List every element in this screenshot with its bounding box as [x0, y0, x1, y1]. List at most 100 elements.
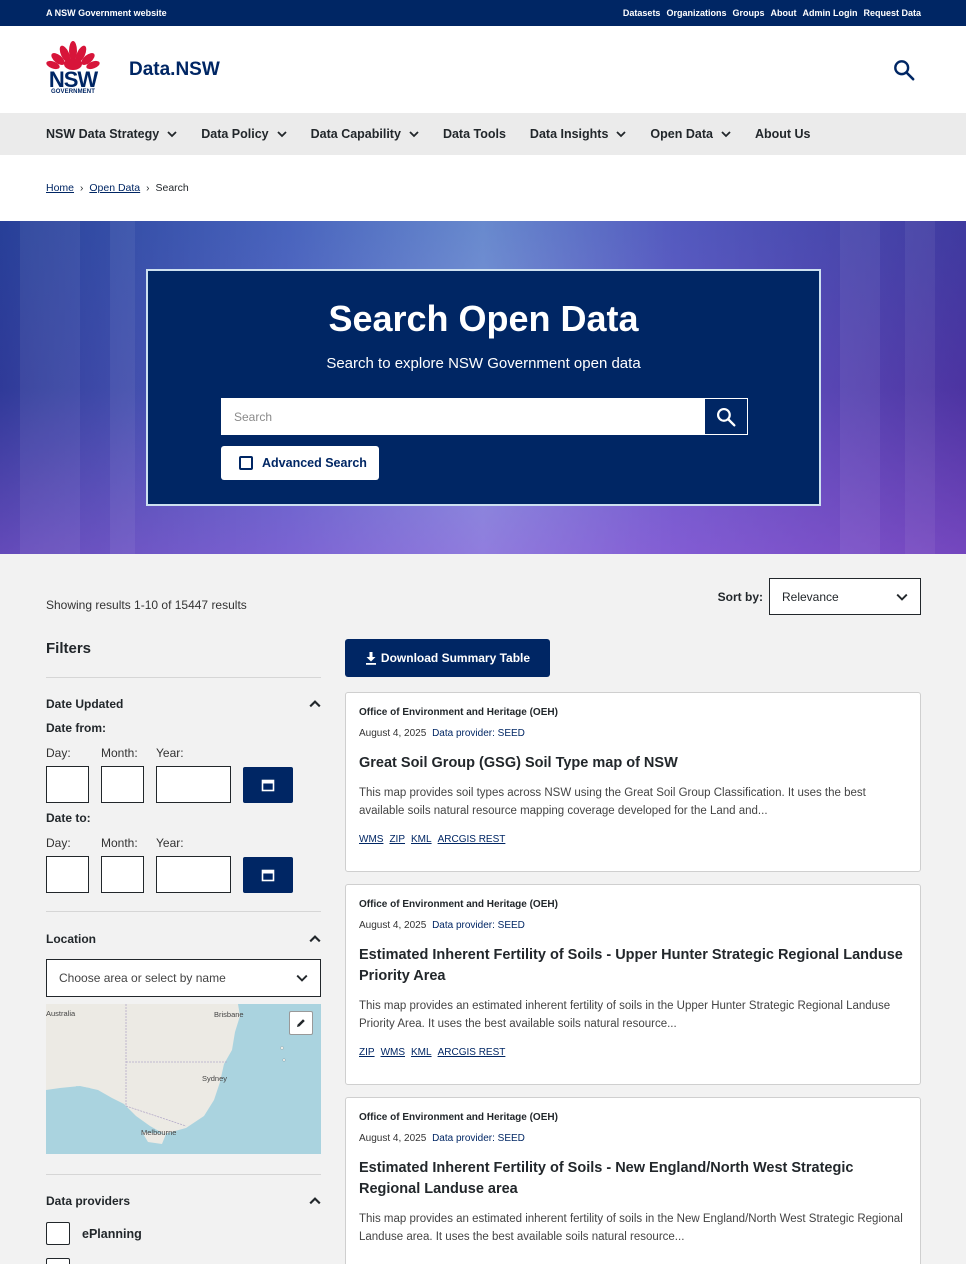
date-updated-header[interactable]: Date Updated: [46, 697, 321, 711]
provider-checkbox[interactable]: [46, 1258, 70, 1264]
dataset-description: This map provides an estimated inherent …: [359, 1213, 903, 1243]
filters-sidebar: Filters Date Updated Date from: Day: Mon…: [46, 640, 321, 1264]
date-from-month-input[interactable]: [101, 766, 144, 803]
format-link[interactable]: ZIP: [359, 1047, 375, 1058]
date-to-label: Date to:: [46, 811, 91, 825]
chevron-down-icon: [616, 131, 627, 138]
location-header[interactable]: Location: [46, 932, 321, 946]
date-to-day-input[interactable]: [46, 856, 89, 893]
day-label: Day:: [46, 746, 71, 760]
date-updated-title: Date Updated: [46, 697, 124, 711]
nsw-logo[interactable]: NSW GOVERNMENT: [46, 40, 100, 100]
sort-select[interactable]: Relevance: [769, 578, 921, 615]
government-strip: A NSW Government website Datasets Organi…: [0, 0, 966, 26]
format-link[interactable]: ZIP: [389, 834, 405, 845]
advanced-search-button[interactable]: Advanced Search: [221, 446, 379, 480]
format-link[interactable]: ARCGIS REST: [438, 1047, 506, 1058]
year-label: Year:: [156, 746, 184, 760]
map-draw-button[interactable]: [289, 1011, 313, 1035]
search-icon[interactable]: [893, 59, 915, 81]
sort-label: Sort by:: [717, 589, 763, 604]
nav-item-data-insights[interactable]: Data Insights: [530, 127, 627, 141]
utility-link-groups[interactable]: Groups: [732, 8, 764, 18]
dataset-card[interactable]: Office of Environment and Heritage (OEH)…: [345, 692, 921, 872]
map-land-shape: [46, 1004, 286, 1144]
search-submit-button[interactable]: [704, 398, 748, 435]
nav-item-data-capability[interactable]: Data Capability: [311, 127, 419, 141]
government-label: A NSW Government website: [46, 8, 167, 18]
hero-banner: Search Open Data Search to explore NSW G…: [0, 221, 966, 554]
date-to-year-input[interactable]: [156, 856, 231, 893]
dataset-provider-link[interactable]: Data provider: SEED: [432, 1133, 525, 1144]
location-select[interactable]: Choose area or select by name: [46, 959, 321, 997]
dataset-provider-link[interactable]: Data provider: SEED: [432, 728, 525, 739]
date-from-day-input[interactable]: [46, 766, 89, 803]
dataset-provider-link[interactable]: Data provider: SEED: [432, 920, 525, 931]
hero-title: Search Open Data: [328, 298, 639, 339]
map-label-melbourne: Melbourne: [141, 1128, 177, 1137]
divider: [46, 677, 321, 678]
dataset-title[interactable]: Great Soil Group (GSG) Soil Type map of …: [359, 753, 907, 774]
format-link[interactable]: WMS: [359, 834, 383, 845]
site-header: NSW GOVERNMENT Data.NSW: [0, 26, 966, 113]
date-to-month-input[interactable]: [101, 856, 144, 893]
data-providers-title: Data providers: [46, 1194, 131, 1208]
nav-item-nsw-data-strategy[interactable]: NSW Data Strategy: [46, 127, 177, 141]
data-providers-header[interactable]: Data providers: [46, 1194, 321, 1208]
dataset-meta: August 4, 2025 Data provider: SEED: [359, 1133, 907, 1144]
utility-link-about[interactable]: About: [770, 8, 796, 18]
nav-item-label: Open Data: [650, 127, 713, 141]
utility-link-organizations[interactable]: Organizations: [666, 8, 726, 18]
date-to-calendar-button[interactable]: [243, 856, 293, 893]
hero-subtitle: Search to explore NSW Government open da…: [326, 355, 641, 372]
utility-link-datasets[interactable]: Datasets: [623, 8, 661, 18]
dataset-title[interactable]: Estimated Inherent Fertility of Soils - …: [359, 1158, 907, 1200]
nav-item-label: Data Policy: [201, 127, 269, 141]
provider-option[interactable]: [46, 1258, 321, 1264]
date-from-calendar-button[interactable]: [243, 766, 293, 803]
dataset-card[interactable]: Office of Environment and Heritage (OEH)…: [345, 884, 921, 1085]
sort-control: Sort by: Relevance: [718, 578, 921, 615]
breadcrumb-open-data[interactable]: Open Data: [89, 182, 140, 194]
location-map[interactable]: Australia Brisbane Sydney Melbourne: [46, 1004, 321, 1154]
chevron-up-icon[interactable]: [309, 1195, 321, 1207]
nav-item-label: About Us: [754, 127, 811, 141]
dataset-card[interactable]: Office of Environment and Heritage (OEH)…: [345, 1097, 921, 1264]
nav-item-open-data[interactable]: Open Data: [650, 127, 731, 141]
hero-decoration: [905, 221, 935, 554]
dataset-formats: WMS ZIP KML ARCGIS REST: [359, 834, 907, 845]
advanced-search-label: Advanced Search: [262, 456, 367, 470]
format-link[interactable]: KML: [411, 834, 432, 845]
date-to-inputs: [46, 856, 321, 893]
nav-item-label: Data Capability: [310, 127, 401, 141]
chevron-down-icon: [409, 131, 419, 138]
breadcrumb-home[interactable]: Home: [46, 182, 74, 194]
location-placeholder: Choose area or select by name: [59, 971, 226, 985]
provider-checkbox[interactable]: [46, 1222, 70, 1245]
nav-item-data-tools[interactable]: Data Tools: [443, 127, 506, 141]
utility-link-request-data[interactable]: Request Data: [863, 8, 921, 18]
year-label: Year:: [156, 836, 184, 850]
logo-nsw-text: NSW: [48, 66, 98, 92]
chevron-down-icon: [296, 974, 308, 982]
format-link[interactable]: KML: [411, 1047, 432, 1058]
date-to-sublabels: Day: Month: Year:: [46, 836, 321, 850]
dataset-title[interactable]: Estimated Inherent Fertility of Soils - …: [359, 945, 907, 987]
date-from-year-input[interactable]: [156, 766, 231, 803]
site-title[interactable]: Data.NSW: [129, 59, 220, 81]
dataset-description: This map provides soil types across NSW …: [359, 787, 866, 817]
calendar-icon: [261, 869, 275, 881]
nav-item-about-us[interactable]: About Us: [755, 127, 811, 141]
divider: [46, 1174, 321, 1175]
chevron-up-icon[interactable]: [309, 698, 321, 710]
search-input[interactable]: [221, 398, 704, 435]
nav-item-data-policy[interactable]: Data Policy: [201, 127, 287, 141]
provider-option-eplanning[interactable]: ePlanning: [46, 1222, 321, 1245]
chevron-up-icon[interactable]: [309, 933, 321, 945]
download-summary-table-button[interactable]: Download Summary Table: [345, 639, 550, 677]
pencil-icon: [297, 1019, 305, 1027]
date-from-inputs: [46, 766, 321, 803]
format-link[interactable]: WMS: [381, 1047, 405, 1058]
format-link[interactable]: ARCGIS REST: [438, 834, 506, 845]
utility-link-admin-login[interactable]: Admin Login: [802, 8, 857, 18]
